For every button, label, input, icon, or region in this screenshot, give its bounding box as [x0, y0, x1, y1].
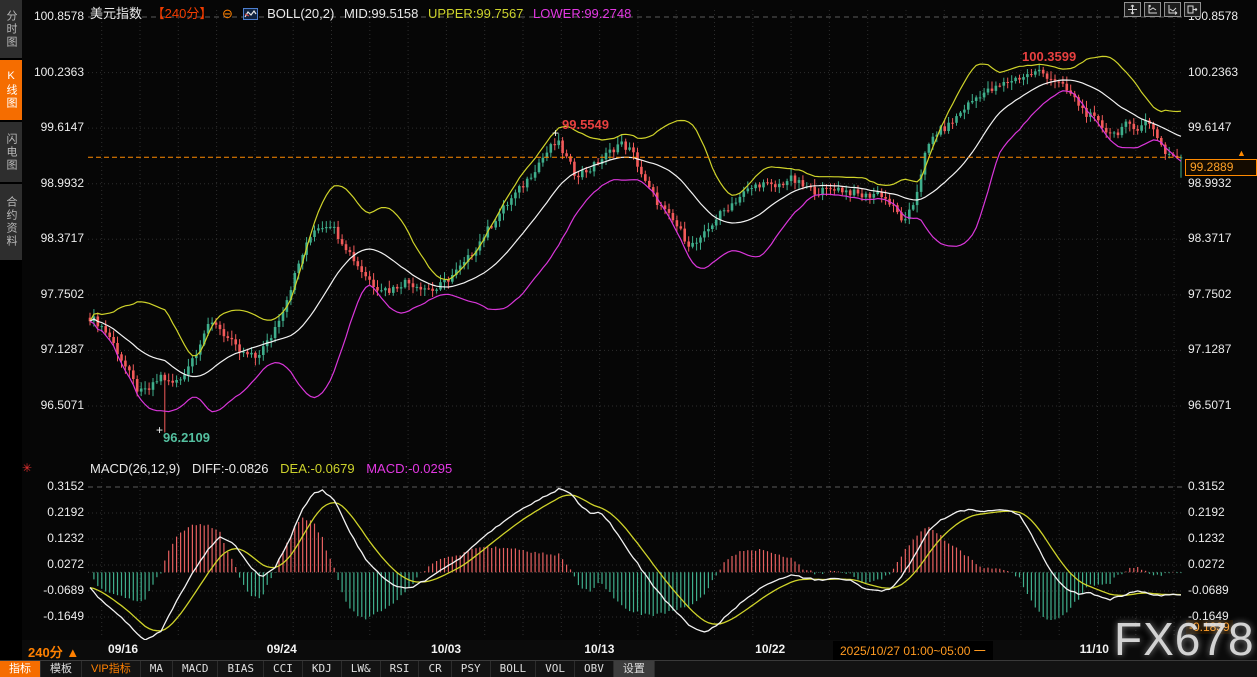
macd-diff: DIFF:-0.0826 [191, 461, 269, 476]
macd-tick-right-1: 0.2192 [1188, 504, 1225, 519]
boll-upper-line [89, 55, 1182, 357]
sidebar-tab-1[interactable]: K线图 [0, 60, 22, 120]
watermark: FX678 [1114, 613, 1255, 665]
macd-dea: DEA:-0.0679 [280, 461, 355, 476]
macd-tick-left-2: 0.1232 [47, 530, 84, 545]
toolbar-button-12[interactable]: BOLL [491, 661, 537, 677]
toolbar-button-9[interactable]: RSI [381, 661, 420, 677]
candles [88, 63, 1183, 433]
date-tick-4: 10/22 [755, 642, 786, 656]
chart-app: 分时图 K线图 闪电图 合约资料 美元指数 【240分】 ⊖ BOLL(20,2) M… [0, 0, 1257, 677]
toolbar-button-3[interactable]: MA [141, 661, 173, 677]
chart-tools [1124, 2, 1201, 17]
toolbar-button-10[interactable]: CR [419, 661, 452, 677]
dea-line [89, 494, 1182, 632]
price-tick-right-2: 99.6147 [1188, 120, 1232, 135]
macd-label: MACD(26,12,9) [90, 461, 181, 476]
price-annotation-1: 100.3599 [1022, 49, 1077, 64]
macd-tick-left-1: 0.2192 [47, 504, 84, 519]
macd-tick-left-0: 0.3152 [47, 479, 84, 493]
toolbar-button-7[interactable]: KDJ [303, 661, 342, 677]
boll-lower: LOWER:99.2748 [533, 6, 632, 21]
price-tick-left-6: 97.1287 [40, 342, 84, 357]
price-tick-right-3: 98.9932 [1188, 175, 1232, 190]
price-tick-left-0: 100.8578 [33, 9, 84, 23]
boll-mid-line [89, 79, 1182, 378]
price-tick-right-4: 98.3717 [1188, 231, 1232, 246]
macd-tick-left-3: 0.0272 [47, 556, 84, 571]
macd-tick-right-0: 0.3152 [1188, 479, 1225, 493]
indicator-toolbar: 指标 模板 VIP指标 MA MACD BIAS CCI KDJ LW& RSI CR PSY BOLL… [0, 660, 1257, 677]
toolbar-button-5[interactable]: BIAS [218, 661, 264, 677]
crosshair-date-label: 2025/10/27 01:00~05:00 一 [833, 641, 993, 660]
toolbar-button-6[interactable]: CCI [264, 661, 303, 677]
toolbar-button-8[interactable]: LW& [342, 661, 381, 677]
boll-mid: MID:99.5158 [343, 6, 419, 21]
macd-tick-right-3: 0.0272 [1188, 556, 1225, 571]
price-arrow-icon: ▲ [1237, 148, 1246, 158]
extreme-cross-marker-0: + [552, 126, 560, 140]
indicator-star-icon[interactable]: ✳ [22, 461, 32, 475]
date-tick-1: 09/24 [266, 642, 297, 656]
collapse-icon[interactable]: ⊖ [222, 6, 233, 21]
fit-x-icon[interactable] [1164, 2, 1181, 17]
price-tick-right-7: 96.5071 [1188, 398, 1232, 412]
sidebar: 分时图 K线图 闪电图 合约资料 [0, 0, 22, 677]
toolbar-button-0[interactable]: 指标 [0, 661, 41, 677]
toolbar-button-11[interactable]: PSY [452, 661, 491, 677]
date-tick-3: 10/13 [584, 642, 615, 656]
current-price-label: 99.2889 [1185, 159, 1257, 176]
date-tick-5: 11/10 [1079, 642, 1109, 656]
macd-header: MACD(26,12,9) DIFF:-0.0826 DEA:-0.0679 M… [90, 461, 460, 476]
macd-macd: MACD:-0.0295 [366, 461, 453, 476]
macd-tick-left-5: -0.1649 [43, 609, 84, 623]
toolbar-button-2[interactable]: VIP指标 [82, 661, 141, 677]
sidebar-tab-3[interactable]: 合约资料 [0, 184, 22, 260]
price-chart-canvas[interactable] [0, 0, 1257, 640]
price-tick-right-6: 97.1287 [1188, 342, 1232, 357]
macd-tick-right-2: 0.1232 [1188, 530, 1225, 545]
date-tick-2: 10/03 [431, 642, 462, 656]
date-tick-0: 09/16 [108, 642, 139, 656]
period-badge[interactable]: 240分 ▲ [28, 642, 79, 661]
price-tick-right-5: 97.7502 [1188, 286, 1232, 301]
toolbar-button-14[interactable]: OBV [575, 661, 614, 677]
toolbar-button-4[interactable]: MACD [173, 661, 219, 677]
price-tick-left-2: 99.6147 [40, 120, 84, 135]
price-annotation-0: 99.5549 [562, 117, 609, 132]
pan-icon[interactable] [1124, 2, 1141, 17]
price-tick-left-5: 97.7502 [40, 286, 84, 301]
price-annotation-2: 96.2109 [163, 430, 210, 445]
toolbar-button-1[interactable]: 模板 [41, 661, 82, 677]
toolbar-button-15[interactable]: 设置 [613, 661, 655, 677]
boll-label: BOLL(20,2) [267, 6, 335, 21]
price-tick-right-1: 100.2363 [1188, 64, 1239, 79]
price-tick-left-1: 100.2363 [33, 64, 84, 79]
diff-line [89, 487, 1182, 640]
date-axis: 240分 ▲ 2025/10/27 01:00~05:00 一 09/16 09/… [0, 640, 1257, 660]
symbol-title: 美元指数 [90, 6, 143, 21]
mini-chart-icon [242, 8, 258, 20]
sidebar-tab-0[interactable]: 分时图 [0, 0, 22, 58]
boll-lower-line [89, 90, 1182, 413]
sidebar-tab-2[interactable]: 闪电图 [0, 122, 22, 182]
price-tick-left-4: 98.3717 [40, 231, 84, 246]
macd-tick-right-4: -0.0689 [1188, 583, 1229, 597]
macd-tick-left-4: -0.0689 [43, 583, 84, 597]
extreme-cross-marker-1: + [156, 423, 164, 437]
boll-upper: UPPER:99.7567 [428, 6, 524, 21]
macd-histogram [93, 517, 1182, 620]
toolbar-button-13[interactable]: VOL [536, 661, 575, 677]
period-label: 【240分】 [151, 6, 213, 21]
page-right-icon[interactable] [1184, 2, 1201, 17]
price-tick-left-7: 96.5071 [40, 398, 84, 412]
chart-header: 美元指数 【240分】 ⊖ BOLL(20,2) MID:99.5158 UPP… [90, 3, 637, 22]
fit-y-icon[interactable] [1144, 2, 1161, 17]
price-tick-left-3: 98.9932 [40, 175, 84, 190]
